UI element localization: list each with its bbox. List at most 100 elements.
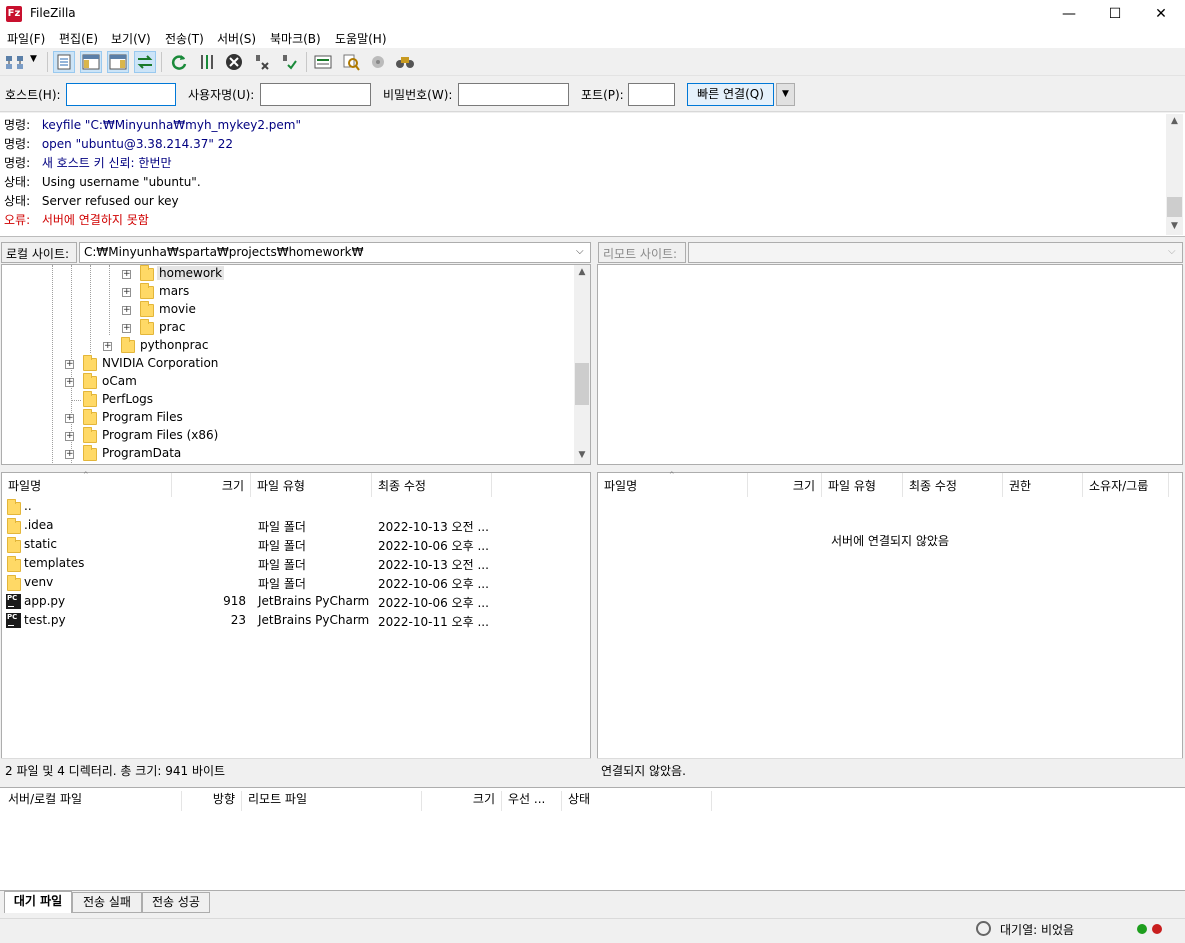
username-input[interactable] [260, 83, 371, 106]
minimize-button[interactable]: — [1046, 0, 1092, 28]
folder-icon [140, 283, 154, 299]
directory-comparison-icon[interactable] [312, 51, 334, 73]
column-header-filetype[interactable]: 파일 유형 [822, 473, 903, 497]
toggle-transfer-queue-icon[interactable] [134, 51, 156, 73]
menu-bookmarks[interactable]: 북마크(B) [270, 30, 321, 47]
chevron-down-icon[interactable]: ⌵ [576, 246, 584, 257]
queue-status-text: 대기열: 비었음 [1000, 923, 1075, 937]
menu-file[interactable]: 파일(F) [7, 30, 45, 47]
local-site-label: 로컬 사이트: [1, 242, 77, 263]
download-indicator-icon [1152, 924, 1162, 934]
folder-icon [83, 391, 97, 407]
scroll-down-icon[interactable]: ▼ [574, 450, 590, 460]
folder-icon [7, 537, 21, 553]
pycharm-file-icon: PC [6, 594, 21, 609]
file-row[interactable]: .idea 파일 폴더 2022-10-13 오전 ... [2, 516, 572, 535]
folder-icon [83, 409, 97, 425]
chevron-down-icon[interactable]: ⌵ [1168, 246, 1176, 257]
menu-edit[interactable]: 편집(E) [59, 30, 98, 47]
menu-help[interactable]: 도움말(H) [335, 30, 387, 47]
log-line: 명령: keyfile "C:₩Minyunha₩myh_mykey2.pem" [4, 118, 302, 132]
folder-icon [7, 556, 21, 572]
column-header-filetype[interactable]: 파일 유형 [251, 473, 372, 497]
toggle-local-tree-icon[interactable] [80, 51, 102, 73]
password-label: 비밀번호(W): [383, 88, 453, 102]
column-header-direction[interactable]: 방향 [182, 791, 242, 811]
remote-path-combobox[interactable] [688, 242, 1183, 263]
menu-server[interactable]: 서버(S) [217, 30, 256, 47]
refresh-icon[interactable] [168, 51, 190, 73]
upload-indicator-icon [1137, 924, 1147, 934]
folder-icon [121, 337, 135, 353]
close-button[interactable]: ✕ [1138, 0, 1184, 28]
column-header-priority[interactable]: 우선 ... [502, 791, 562, 811]
scroll-up-icon[interactable]: ▲ [574, 267, 590, 277]
pycharm-file-icon: PC [6, 613, 21, 628]
log-line: 명령: open "ubuntu@3.38.214.37" 22 [4, 137, 233, 151]
reconnect-icon[interactable] [278, 51, 300, 73]
scroll-thumb[interactable] [575, 363, 589, 405]
toggle-message-log-icon[interactable] [53, 51, 75, 73]
host-input[interactable] [66, 83, 176, 106]
folder-icon [140, 319, 154, 335]
folder-icon [7, 499, 21, 515]
file-row[interactable]: static 파일 폴더 2022-10-06 오후 ... [2, 535, 572, 554]
column-header-modified[interactable]: 최종 수정 [903, 473, 1003, 497]
search-icon[interactable] [394, 51, 416, 73]
scroll-up-icon[interactable]: ▲ [1166, 116, 1183, 126]
column-header-status[interactable]: 상태 [562, 791, 712, 811]
local-status-text: 2 파일 및 4 디렉터리. 총 크기: 941 바이트 [1, 758, 591, 780]
port-input[interactable] [628, 83, 675, 106]
tab-queued-files[interactable]: 대기 파일 [4, 891, 72, 913]
tab-successful-transfers[interactable]: 전송 성공 [142, 892, 210, 913]
file-row[interactable]: templates 파일 폴더 2022-10-13 오전 ... [2, 554, 572, 573]
menu-view[interactable]: 보기(V) [111, 30, 151, 47]
dropdown-arrow-icon[interactable]: ▼ [30, 54, 37, 64]
local-path-combobox[interactable]: C:₩Minyunha₩sparta₩projects₩homework₩ [79, 242, 591, 263]
column-header-permissions[interactable]: 권한 [1003, 473, 1083, 497]
speed-limit-icon[interactable] [976, 921, 991, 936]
file-row[interactable]: .. [2, 497, 572, 516]
sort-ascending-icon: ⌃ [82, 471, 90, 481]
tab-failed-transfers[interactable]: 전송 실패 [72, 892, 142, 913]
cancel-icon[interactable] [223, 51, 245, 73]
quickconnect-button[interactable]: 빠른 연결(Q) [687, 83, 774, 106]
remote-status-text: 연결되지 않았음. [597, 758, 1183, 780]
filter-icon[interactable] [340, 51, 362, 73]
password-input[interactable] [458, 83, 569, 106]
folder-icon [140, 301, 154, 317]
port-label: 포트(P): [581, 88, 624, 102]
column-header-remote-file[interactable]: 리모트 파일 [242, 791, 422, 811]
remote-directory-tree [597, 264, 1183, 465]
remote-file-list [597, 472, 1183, 759]
file-row[interactable]: PC test.py 23 JetBrains PyCharm 2022-10-… [2, 611, 572, 630]
column-header-owner-group[interactable]: 소유자/그룹 [1083, 473, 1169, 497]
site-manager-icon[interactable] [4, 51, 26, 73]
log-line-error: 오류: 서버에 연결하지 못함 [4, 213, 149, 227]
toggle-remote-tree-icon[interactable] [107, 51, 129, 73]
column-header-modified[interactable]: 최종 수정 [372, 473, 492, 497]
window-title: FileZilla [30, 6, 76, 20]
column-header-server-local-file[interactable]: 서버/로컬 파일 [2, 791, 182, 811]
quickconnect-dropdown-icon[interactable]: ▼ [776, 83, 795, 106]
column-header-size[interactable]: 크기 [748, 473, 822, 497]
sync-browse-icon[interactable] [367, 51, 389, 73]
process-queue-icon[interactable] [196, 51, 218, 73]
folder-icon [83, 427, 97, 443]
remote-site-label: 리모트 사이트: [598, 242, 686, 263]
column-header-size[interactable]: 크기 [422, 791, 502, 811]
folder-icon [140, 265, 154, 281]
column-header-size[interactable]: 크기 [172, 473, 251, 497]
maximize-button[interactable]: ☐ [1092, 0, 1138, 28]
menu-transfer[interactable]: 전송(T) [165, 30, 204, 47]
title-bar [0, 0, 1185, 28]
scroll-down-icon[interactable]: ▼ [1166, 221, 1183, 231]
file-row[interactable]: PC app.py 918 JetBrains PyCharm 2022-10-… [2, 592, 572, 611]
file-row[interactable]: venv 파일 폴더 2022-10-06 오후 ... [2, 573, 572, 592]
log-line: 명령: 새 호스트 키 신뢰: 한번만 [4, 156, 172, 170]
scroll-thumb[interactable] [1167, 197, 1182, 217]
folder-icon [83, 445, 97, 461]
folder-icon [83, 373, 97, 389]
username-label: 사용자명(U): [188, 88, 255, 102]
disconnect-icon[interactable] [251, 51, 273, 73]
